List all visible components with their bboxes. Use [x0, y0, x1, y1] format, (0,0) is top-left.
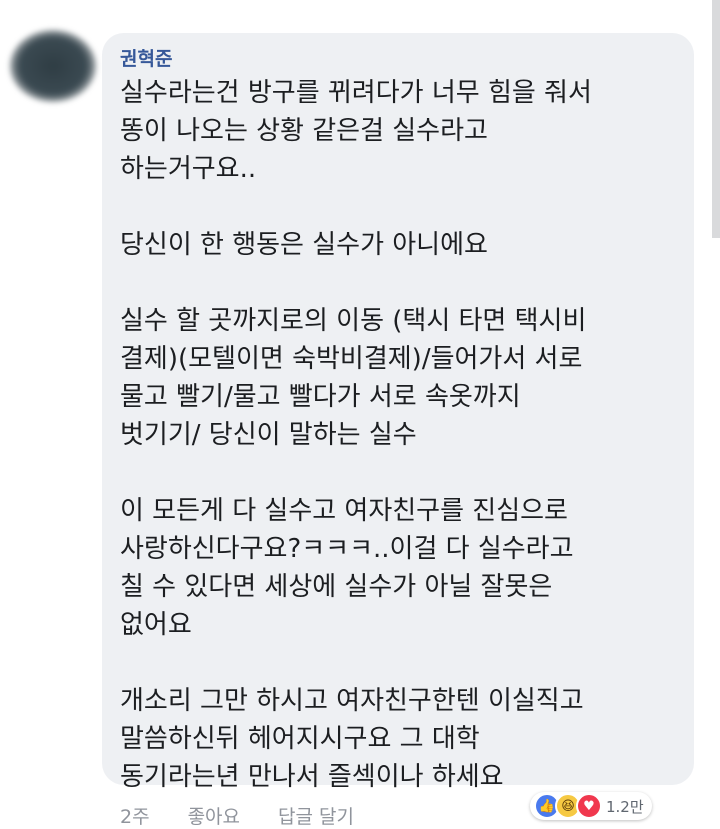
comment-actions: 2주 좋아요 답글 달기 — [120, 802, 354, 829]
comment-author[interactable]: 권혁준 — [120, 44, 172, 71]
comment-timestamp[interactable]: 2주 — [120, 802, 150, 829]
comment-paragraph: 이 모든게 다 실수고 여자친구를 진심으로 사랑하신다구요?ㅋㅋㅋ..이걸 다… — [120, 496, 574, 640]
comment-paragraph: 당신이 한 행동은 실수가 아니에요 — [120, 230, 488, 260]
comment-paragraph-spacer — [120, 644, 680, 682]
like-button[interactable]: 좋아요 — [188, 802, 240, 829]
reply-button[interactable]: 답글 달기 — [278, 802, 354, 829]
avatar[interactable] — [10, 30, 96, 102]
comment-paragraph-spacer — [120, 264, 680, 302]
comment-body: 실수라는건 방구를 뀌려다가 너무 힘을 줘서 똥이 나오는 상황 같은걸 실수… — [120, 74, 680, 796]
reactions-summary[interactable]: 👍 😆 ♥ 1.2만 — [530, 792, 652, 820]
comment-paragraph: 실수 할 곳까지로의 이동 (택시 타면 택시비 결제)(모텔이면 숙박비결제)… — [120, 306, 587, 450]
comment-paragraph-spacer — [120, 188, 680, 226]
comment-paragraph: 개소리 그만 하시고 여자친구한텐 이실직고 말씀하신뒤 헤어지시구요 그 대학… — [120, 686, 584, 792]
love-icon: ♥ — [576, 793, 602, 819]
scrollbar[interactable] — [712, 0, 720, 238]
reaction-count: 1.2만 — [606, 797, 644, 816]
comment-paragraph: 실수라는건 방구를 뀌려다가 너무 힘을 줘서 똥이 나오는 상황 같은걸 실수… — [120, 78, 592, 184]
comment-paragraph-spacer — [120, 454, 680, 492]
